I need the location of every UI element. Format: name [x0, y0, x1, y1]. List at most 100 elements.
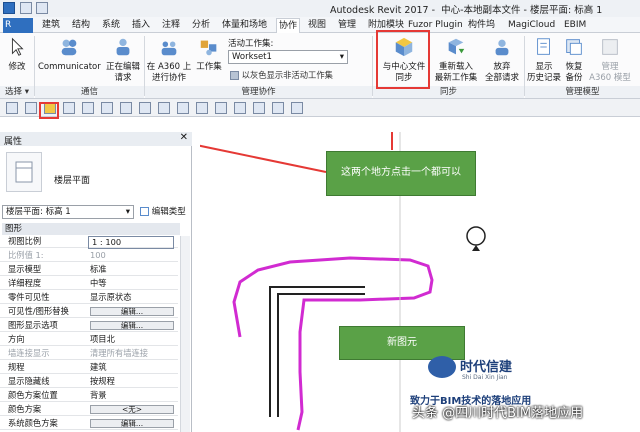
- logo-title: 时代信建: [460, 360, 513, 375]
- property-value[interactable]: 清理所有墙连接: [90, 348, 148, 359]
- tab-14[interactable]: EBIM: [562, 18, 588, 33]
- communicator-button[interactable]: Communicator: [38, 36, 101, 73]
- 3d-view-icon[interactable]: [196, 102, 208, 114]
- restore-backup-icon: [566, 39, 582, 55]
- company-logo-icon: [428, 356, 456, 378]
- tab-0[interactable]: 建筑: [40, 18, 62, 33]
- section-icon[interactable]: [215, 102, 227, 114]
- property-edit-button[interactable]: 编辑...: [90, 321, 174, 330]
- show-history-button[interactable]: 显示 历史记录: [526, 36, 562, 84]
- tab-5[interactable]: 分析: [190, 18, 212, 33]
- property-value[interactable]: 按规程: [90, 376, 115, 387]
- restore-backup-button[interactable]: 恢复 备份: [562, 36, 586, 84]
- switch-windows-icon[interactable]: [272, 102, 284, 114]
- tag-icon[interactable]: [158, 102, 170, 114]
- tab-12[interactable]: 构件坞: [466, 18, 497, 33]
- tab-2[interactable]: 系统: [100, 18, 122, 33]
- print-icon[interactable]: [101, 102, 113, 114]
- modify-button[interactable]: 修改: [4, 36, 30, 73]
- tab-13[interactable]: MagiCloud: [506, 18, 557, 33]
- thin-lines-icon[interactable]: [234, 102, 246, 114]
- arrow-to-qat-button: [200, 144, 327, 173]
- type-preview-image: [6, 152, 42, 192]
- property-label: 颜色方案: [8, 404, 42, 414]
- open-icon[interactable]: [20, 2, 32, 14]
- relinquish-all-button[interactable]: 放弃 全部请求: [482, 36, 522, 84]
- property-label: 显示模型: [8, 264, 42, 274]
- close-icon[interactable]: ✕: [180, 132, 188, 143]
- property-label: 系统颜色方案: [8, 418, 58, 428]
- open-icon[interactable]: [6, 102, 18, 114]
- property-row: 视图比例 1 : 100: [0, 236, 178, 249]
- property-label: 墙连接显示: [8, 348, 50, 358]
- gray-worksets-icon: [230, 71, 239, 80]
- text-icon[interactable]: [177, 102, 189, 114]
- property-label: 零件可见性: [8, 292, 50, 302]
- property-value[interactable]: 显示原状态: [90, 292, 132, 303]
- tab-9[interactable]: 管理: [336, 18, 358, 33]
- undo-icon[interactable]: [63, 102, 75, 114]
- gray-inactive-worksets-button[interactable]: 以灰色显示非活动工作集: [230, 69, 333, 81]
- property-row: 系统颜色方案 编辑...: [0, 418, 178, 430]
- property-row: 比例值 1: 100: [0, 250, 178, 262]
- property-edit-button[interactable]: 编辑...: [90, 419, 174, 428]
- close-hidden-icon[interactable]: [253, 102, 265, 114]
- property-value[interactable]: 100: [90, 250, 106, 261]
- property-label: 视图比例: [8, 236, 42, 246]
- people-icon: [61, 39, 77, 56]
- properties-header: 属性 ✕: [0, 132, 192, 147]
- a360-model-icon: [602, 39, 618, 55]
- graphics-group-header[interactable]: 图形: [2, 223, 180, 235]
- property-value[interactable]: 建筑: [90, 362, 107, 373]
- communicate-panel-label: 通信: [35, 86, 144, 98]
- window-title: Autodesk Revit 2017 - 中心-本地副本文件 - 楼层平面: …: [330, 5, 603, 16]
- property-row: 可见性/图形替换 编辑...: [0, 306, 178, 318]
- manage-model-panel-label: 管理模型: [525, 86, 640, 98]
- tab-4[interactable]: 注释: [160, 18, 182, 33]
- property-row: 显示隐藏线 按规程: [0, 376, 178, 388]
- reload-latest-button[interactable]: 重新载入 最新工作集: [432, 36, 480, 84]
- active-workset-dropdown[interactable]: Workset1 ▾: [228, 50, 348, 64]
- redo-icon[interactable]: [82, 102, 94, 114]
- property-value-input[interactable]: 1 : 100: [88, 236, 174, 249]
- callout-new-element: 新图元: [339, 326, 465, 360]
- chevron-down-icon: ▾: [339, 52, 344, 62]
- properties-scrollbar[interactable]: [180, 236, 190, 432]
- a360-collaborate-button[interactable]: 在 A360 上进行协作: [146, 36, 192, 84]
- tab-8[interactable]: 视图: [306, 18, 328, 33]
- tab-3[interactable]: 插入: [130, 18, 152, 33]
- property-row: 方向 项目北: [0, 334, 178, 346]
- tab-7[interactable]: 协作: [276, 18, 301, 33]
- tab-6[interactable]: 体量和场地: [220, 18, 269, 33]
- manage-a360-model-button[interactable]: 管理 A360 模型: [588, 36, 632, 84]
- property-label: 可见性/图形替换: [8, 306, 69, 316]
- worksets-button[interactable]: 工作集: [194, 36, 224, 73]
- property-value[interactable]: 标准: [90, 264, 107, 275]
- select-panel-label[interactable]: 选择 ▾: [0, 86, 34, 98]
- property-edit-button[interactable]: <无>: [90, 405, 174, 414]
- property-label: 方向: [8, 334, 25, 344]
- save-icon[interactable]: [25, 102, 37, 114]
- edit-type-button[interactable]: 编辑类型: [140, 205, 190, 219]
- revit-logo-icon[interactable]: [3, 2, 15, 14]
- cloud-collaborate-icon: [161, 41, 177, 56]
- dimension-icon[interactable]: [139, 102, 151, 114]
- measure-icon[interactable]: [120, 102, 132, 114]
- customize-icon[interactable]: [291, 102, 303, 114]
- property-value[interactable]: 中等: [90, 278, 107, 289]
- edit-type-icon: [140, 207, 149, 216]
- property-edit-button[interactable]: 编辑...: [90, 307, 174, 316]
- tab-1[interactable]: 结构: [70, 18, 92, 33]
- reload-latest-icon: [448, 38, 465, 55]
- chevron-down-icon: ▾: [125, 207, 130, 217]
- view-instance-selector[interactable]: 楼层平面: 标高 1 ▾: [2, 205, 134, 219]
- application-menu-button[interactable]: R: [3, 18, 33, 33]
- quick-access-toolbar: [0, 99, 640, 117]
- property-value[interactable]: 背景: [90, 390, 107, 401]
- editing-requests-icon: [116, 38, 130, 56]
- save-icon[interactable]: [36, 2, 48, 14]
- property-value[interactable]: 项目北: [90, 334, 115, 345]
- property-label: 详细程度: [8, 278, 42, 288]
- editing-requests-button[interactable]: 正在编辑 请求: [104, 36, 142, 84]
- property-row: 图形显示选项 编辑...: [0, 320, 178, 332]
